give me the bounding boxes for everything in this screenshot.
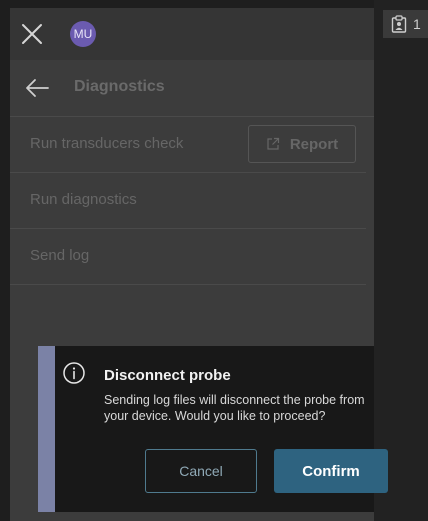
right-side-panel: [374, 0, 428, 521]
dialog-title: Disconnect probe: [104, 367, 231, 384]
row-label: Run diagnostics: [30, 191, 137, 208]
badge-count: 1: [413, 16, 421, 32]
page-header: Diagnostics: [10, 60, 374, 117]
report-button[interactable]: Report: [248, 125, 356, 163]
dialog-message: Sending log files will disconnect the pr…: [104, 393, 365, 423]
dialog-accent-stripe: [38, 346, 55, 512]
external-link-icon: [267, 137, 279, 150]
user-avatar[interactable]: MU: [70, 21, 96, 47]
report-button-label: Report: [289, 135, 339, 153]
back-arrow-icon[interactable]: [24, 76, 50, 100]
disconnect-probe-dialog: Disconnect probe Sending log files will …: [38, 346, 388, 512]
row-run-transducers-check[interactable]: Run transducers check Report: [10, 117, 366, 173]
cancel-button[interactable]: Cancel: [145, 449, 257, 493]
row-label: Send log: [30, 247, 90, 264]
info-icon: [63, 362, 85, 384]
clipboard-user-icon: [391, 15, 407, 33]
confirm-button[interactable]: Confirm: [274, 449, 388, 493]
top-bar: MU: [10, 8, 374, 60]
close-icon[interactable]: [20, 22, 44, 46]
row-run-diagnostics[interactable]: Run diagnostics: [10, 173, 366, 229]
row-label: Run transducers check: [30, 135, 184, 152]
page-title: Diagnostics: [74, 78, 165, 95]
patient-clipboard-badge[interactable]: 1: [383, 10, 428, 38]
row-send-log[interactable]: Send log: [10, 229, 366, 285]
